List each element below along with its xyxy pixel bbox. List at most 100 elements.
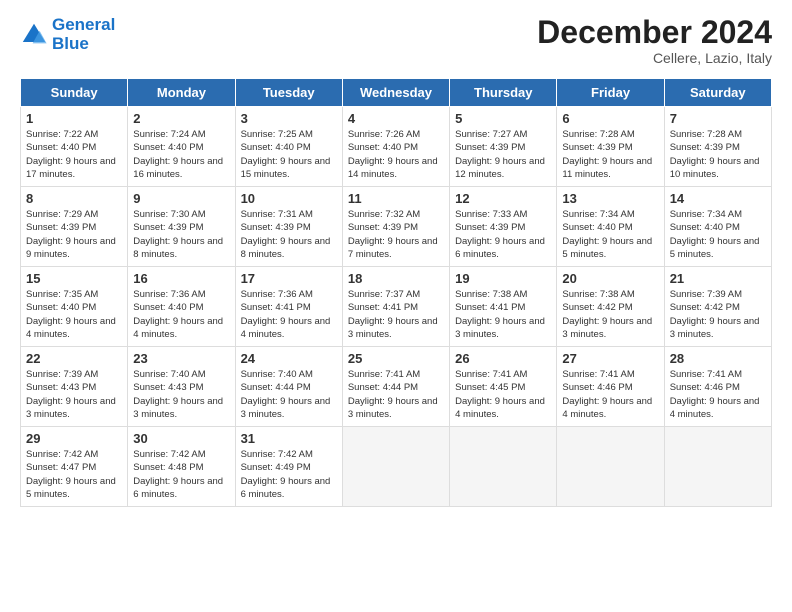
cell-info: Sunrise: 7:25 AM Sunset: 4:40 PM Dayligh… [241, 128, 337, 181]
cell-info: Sunrise: 7:28 AM Sunset: 4:39 PM Dayligh… [562, 128, 658, 181]
cell-info: Sunrise: 7:35 AM Sunset: 4:40 PM Dayligh… [26, 288, 122, 341]
logo: General Blue [20, 16, 115, 53]
calendar-cell: 31 Sunrise: 7:42 AM Sunset: 4:49 PM Dayli… [235, 427, 342, 507]
calendar-cell: 3 Sunrise: 7:25 AM Sunset: 4:40 PM Daylig… [235, 107, 342, 187]
calendar-week: 15 Sunrise: 7:35 AM Sunset: 4:40 PM Dayli… [21, 267, 772, 347]
page: General Blue December 2024 Cellere, Lazi… [0, 0, 792, 517]
calendar-cell: 19 Sunrise: 7:38 AM Sunset: 4:41 PM Dayli… [450, 267, 557, 347]
day-number: 3 [241, 111, 337, 126]
calendar-cell: 20 Sunrise: 7:38 AM Sunset: 4:42 PM Dayli… [557, 267, 664, 347]
header-day: Monday [128, 79, 235, 107]
day-number: 13 [562, 191, 658, 206]
day-number: 5 [455, 111, 551, 126]
calendar-cell: 25 Sunrise: 7:41 AM Sunset: 4:44 PM Dayli… [342, 347, 449, 427]
day-number: 24 [241, 351, 337, 366]
day-number: 20 [562, 271, 658, 286]
calendar-cell: 11Sunrise: 7:32 AM Sunset: 4:39 PM Dayli… [342, 187, 449, 267]
header-day: Thursday [450, 79, 557, 107]
day-number: 30 [133, 431, 229, 446]
cell-info: Sunrise: 7:26 AM Sunset: 4:40 PM Dayligh… [348, 128, 444, 181]
cell-info: Sunrise: 7:32 AM Sunset: 4:39 PM Dayligh… [348, 208, 444, 261]
header-day: Wednesday [342, 79, 449, 107]
calendar-week: 8 Sunrise: 7:29 AM Sunset: 4:39 PM Daylig… [21, 187, 772, 267]
calendar-cell [450, 427, 557, 507]
cell-info: Sunrise: 7:37 AM Sunset: 4:41 PM Dayligh… [348, 288, 444, 341]
cell-info: Sunrise: 7:34 AM Sunset: 4:40 PM Dayligh… [562, 208, 658, 261]
location: Cellere, Lazio, Italy [537, 50, 772, 66]
cell-info: Sunrise: 7:40 AM Sunset: 4:44 PM Dayligh… [241, 368, 337, 421]
logo-icon [20, 21, 48, 49]
cell-info: Sunrise: 7:39 AM Sunset: 4:42 PM Dayligh… [670, 288, 766, 341]
cell-info: Sunrise: 7:36 AM Sunset: 4:40 PM Dayligh… [133, 288, 229, 341]
calendar-cell: 5 Sunrise: 7:27 AM Sunset: 4:39 PM Daylig… [450, 107, 557, 187]
cell-info: Sunrise: 7:29 AM Sunset: 4:39 PM Dayligh… [26, 208, 122, 261]
cell-info: Sunrise: 7:33 AM Sunset: 4:39 PM Dayligh… [455, 208, 551, 261]
calendar-cell [342, 427, 449, 507]
title-block: December 2024 Cellere, Lazio, Italy [537, 16, 772, 66]
day-number: 2 [133, 111, 229, 126]
header-day: Sunday [21, 79, 128, 107]
calendar-cell: 24 Sunrise: 7:40 AM Sunset: 4:44 PM Dayli… [235, 347, 342, 427]
calendar-cell: 30 Sunrise: 7:42 AM Sunset: 4:48 PM Dayli… [128, 427, 235, 507]
header-day: Tuesday [235, 79, 342, 107]
calendar-cell: 16 Sunrise: 7:36 AM Sunset: 4:40 PM Dayli… [128, 267, 235, 347]
cell-info: Sunrise: 7:24 AM Sunset: 4:40 PM Dayligh… [133, 128, 229, 181]
day-number: 6 [562, 111, 658, 126]
cell-info: Sunrise: 7:42 AM Sunset: 4:47 PM Dayligh… [26, 448, 122, 501]
day-number: 25 [348, 351, 444, 366]
cell-info: Sunrise: 7:38 AM Sunset: 4:41 PM Dayligh… [455, 288, 551, 341]
day-number: 28 [670, 351, 766, 366]
day-number: 27 [562, 351, 658, 366]
calendar-week: 22Sunrise: 7:39 AM Sunset: 4:43 PM Dayli… [21, 347, 772, 427]
header: General Blue December 2024 Cellere, Lazi… [20, 16, 772, 66]
cell-info: Sunrise: 7:42 AM Sunset: 4:48 PM Dayligh… [133, 448, 229, 501]
calendar-cell: 22Sunrise: 7:39 AM Sunset: 4:43 PM Dayli… [21, 347, 128, 427]
cell-info: Sunrise: 7:31 AM Sunset: 4:39 PM Dayligh… [241, 208, 337, 261]
calendar-cell: 13 Sunrise: 7:34 AM Sunset: 4:40 PM Dayli… [557, 187, 664, 267]
cell-info: Sunrise: 7:28 AM Sunset: 4:39 PM Dayligh… [670, 128, 766, 181]
calendar-cell: 18Sunrise: 7:37 AM Sunset: 4:41 PM Dayli… [342, 267, 449, 347]
calendar-cell: 10Sunrise: 7:31 AM Sunset: 4:39 PM Dayli… [235, 187, 342, 267]
day-number: 16 [133, 271, 229, 286]
cell-info: Sunrise: 7:27 AM Sunset: 4:39 PM Dayligh… [455, 128, 551, 181]
calendar-cell: 8 Sunrise: 7:29 AM Sunset: 4:39 PM Daylig… [21, 187, 128, 267]
cell-info: Sunrise: 7:34 AM Sunset: 4:40 PM Dayligh… [670, 208, 766, 261]
day-number: 15 [26, 271, 122, 286]
cell-info: Sunrise: 7:41 AM Sunset: 4:45 PM Dayligh… [455, 368, 551, 421]
calendar-week: 1 Sunrise: 7:22 AM Sunset: 4:40 PM Daylig… [21, 107, 772, 187]
calendar-cell: 26Sunrise: 7:41 AM Sunset: 4:45 PM Dayli… [450, 347, 557, 427]
cell-info: Sunrise: 7:40 AM Sunset: 4:43 PM Dayligh… [133, 368, 229, 421]
day-number: 31 [241, 431, 337, 446]
calendar-cell: 23Sunrise: 7:40 AM Sunset: 4:43 PM Dayli… [128, 347, 235, 427]
calendar-table: SundayMondayTuesdayWednesdayThursdayFrid… [20, 78, 772, 507]
header-day: Saturday [664, 79, 771, 107]
day-number: 1 [26, 111, 122, 126]
header-day: Friday [557, 79, 664, 107]
calendar-cell: 27 Sunrise: 7:41 AM Sunset: 4:46 PM Dayli… [557, 347, 664, 427]
cell-info: Sunrise: 7:38 AM Sunset: 4:42 PM Dayligh… [562, 288, 658, 341]
calendar-cell: 21Sunrise: 7:39 AM Sunset: 4:42 PM Dayli… [664, 267, 771, 347]
calendar-cell: 15 Sunrise: 7:35 AM Sunset: 4:40 PM Dayli… [21, 267, 128, 347]
calendar-week: 29Sunrise: 7:42 AM Sunset: 4:47 PM Dayli… [21, 427, 772, 507]
calendar-cell: 2 Sunrise: 7:24 AM Sunset: 4:40 PM Daylig… [128, 107, 235, 187]
day-number: 19 [455, 271, 551, 286]
calendar-cell: 14Sunrise: 7:34 AM Sunset: 4:40 PM Dayli… [664, 187, 771, 267]
calendar-cell: 1 Sunrise: 7:22 AM Sunset: 4:40 PM Daylig… [21, 107, 128, 187]
day-number: 8 [26, 191, 122, 206]
cell-info: Sunrise: 7:41 AM Sunset: 4:46 PM Dayligh… [562, 368, 658, 421]
day-number: 7 [670, 111, 766, 126]
day-number: 4 [348, 111, 444, 126]
calendar-cell: 29Sunrise: 7:42 AM Sunset: 4:47 PM Dayli… [21, 427, 128, 507]
calendar-cell [664, 427, 771, 507]
cell-info: Sunrise: 7:22 AM Sunset: 4:40 PM Dayligh… [26, 128, 122, 181]
day-number: 22 [26, 351, 122, 366]
calendar-cell: 28Sunrise: 7:41 AM Sunset: 4:46 PM Dayli… [664, 347, 771, 427]
logo-text: General Blue [52, 16, 115, 53]
calendar-cell: 7 Sunrise: 7:28 AM Sunset: 4:39 PM Daylig… [664, 107, 771, 187]
calendar-cell: 9Sunrise: 7:30 AM Sunset: 4:39 PM Daylig… [128, 187, 235, 267]
calendar-cell: 17Sunrise: 7:36 AM Sunset: 4:41 PM Dayli… [235, 267, 342, 347]
cell-info: Sunrise: 7:42 AM Sunset: 4:49 PM Dayligh… [241, 448, 337, 501]
cell-info: Sunrise: 7:41 AM Sunset: 4:44 PM Dayligh… [348, 368, 444, 421]
day-number: 17 [241, 271, 337, 286]
header-row: SundayMondayTuesdayWednesdayThursdayFrid… [21, 79, 772, 107]
